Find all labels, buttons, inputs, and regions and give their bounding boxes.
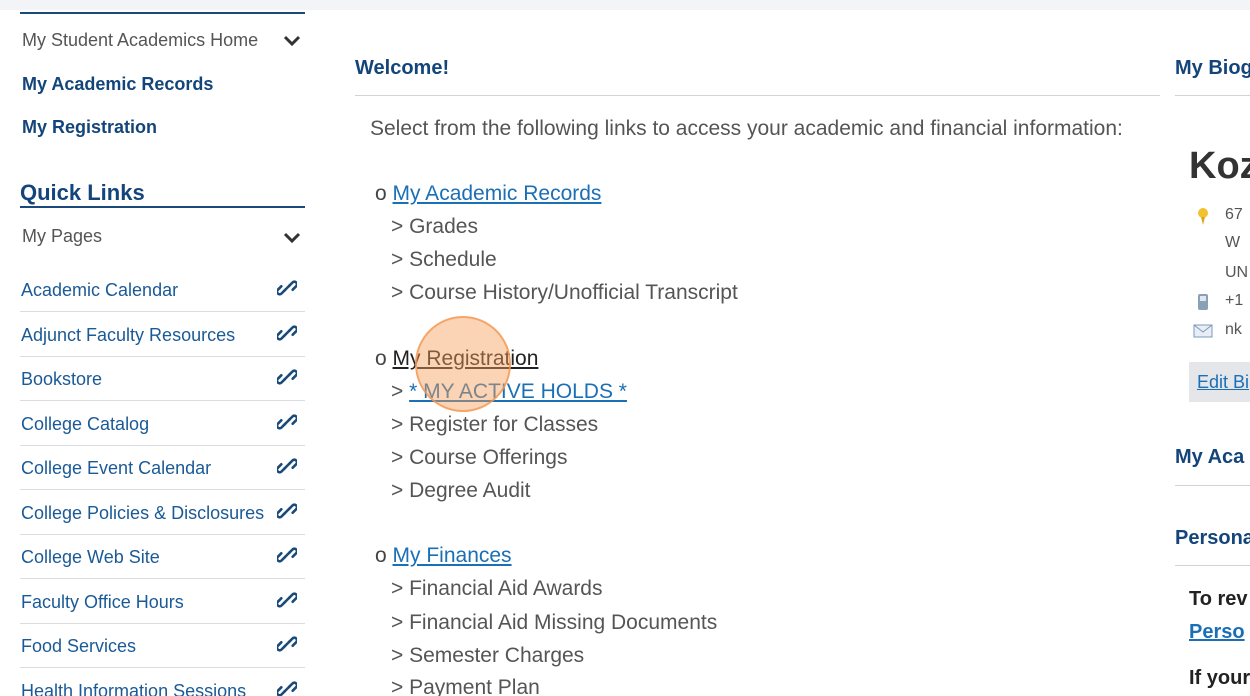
bullet: o: [375, 347, 393, 370]
personal-info-link[interactable]: Perso: [1189, 621, 1245, 644]
list-item: > Financial Aid Missing Documents: [391, 611, 718, 634]
external-link-icon: [275, 412, 299, 432]
my-academics-title: My Aca: [1175, 446, 1245, 468]
quick-link-item[interactable]: Food Services: [20, 624, 305, 668]
email-icon: [1193, 324, 1213, 338]
quick-link-item[interactable]: College Catalog: [20, 402, 305, 446]
external-link-icon: [275, 456, 299, 476]
bullet: o: [375, 544, 393, 567]
list-item-active-holds: > * MY ACTIVE HOLDS *: [391, 380, 627, 404]
list-item: > Financial Aid Awards: [391, 577, 603, 600]
sidebar-item-label: My Registration: [22, 117, 158, 137]
list-item: > Register for Classes: [391, 413, 599, 436]
quick-link-label: College Web Site: [21, 547, 160, 567]
biography-title: My Biog: [1175, 57, 1250, 79]
quick-link-label: Academic Calendar: [21, 280, 179, 300]
external-link-icon: [275, 367, 299, 387]
email-address[interactable]: nk: [1225, 321, 1242, 339]
list-item: > Degree Audit: [391, 479, 531, 502]
registration-link[interactable]: My Registration: [393, 347, 539, 370]
welcome-title: Welcome!: [355, 57, 450, 79]
edit-biography-label: Edit Bi: [1197, 372, 1250, 392]
quick-link-item[interactable]: Bookstore: [20, 357, 305, 401]
external-link-icon: [275, 545, 299, 565]
sidebar-item-registration[interactable]: My Registration: [20, 117, 305, 141]
external-link-icon: [275, 590, 299, 610]
sidebar-item-my-pages[interactable]: My Pages: [20, 226, 305, 250]
quick-link-label: Food Services: [21, 636, 137, 656]
quick-link-item[interactable]: College Event Calendar: [20, 446, 305, 490]
sidebar-top-divider: [20, 12, 305, 14]
academic-records-link[interactable]: My Academic Records: [393, 182, 602, 205]
sidebar-item-label: My Academic Records: [22, 74, 214, 94]
sidebar-item-student-academics-home[interactable]: My Student Academics Home: [20, 30, 305, 54]
quick-link-label: College Policies & Disclosures: [21, 502, 265, 523]
external-link-icon: [275, 634, 299, 654]
biography-divider: [1175, 95, 1250, 96]
quick-link-label: College Event Calendar: [21, 458, 212, 478]
quick-link-item[interactable]: Health Information Sessions: [20, 669, 305, 696]
external-link-icon: [275, 278, 299, 298]
external-link-icon: [275, 501, 299, 521]
address-line: 67: [1225, 206, 1243, 223]
list-item: > Grades: [391, 215, 478, 238]
list-item: > Schedule: [391, 248, 497, 271]
external-link-icon: [275, 323, 299, 343]
phone-number: +1: [1225, 292, 1244, 309]
mobile-phone-icon: [1198, 294, 1208, 310]
address-line: W: [1225, 234, 1241, 251]
list-item: > Course Offerings: [391, 446, 568, 469]
section-academic-records: o My Academic Records: [375, 182, 601, 206]
external-link-icon: [275, 679, 299, 696]
quick-link-item[interactable]: College Web Site: [20, 535, 305, 579]
sidebar-item-label: My Pages: [22, 226, 103, 246]
chevron-down-icon[interactable]: [283, 34, 301, 48]
chevron-down-icon[interactable]: [283, 231, 301, 245]
hold-prefix: >: [391, 380, 410, 403]
address-line: UN: [1225, 264, 1249, 281]
welcome-divider: [355, 95, 1160, 96]
quick-links-divider: [20, 206, 305, 208]
quick-links-title: Quick Links: [20, 180, 145, 205]
quick-link-label: Adjunct Faculty Resources: [21, 324, 236, 345]
quick-link-label: Faculty Office Hours: [21, 591, 184, 612]
academics-divider: [1175, 485, 1250, 486]
section-finances: o My Finances: [375, 544, 512, 568]
edit-biography-button[interactable]: Edit Bi: [1189, 362, 1250, 402]
finances-link[interactable]: My Finances: [393, 544, 512, 567]
location-pin-icon: [1198, 208, 1208, 225]
sidebar-item-academic-records[interactable]: My Academic Records: [20, 74, 305, 98]
page: My Student Academics Home My Academic Re…: [0, 10, 1250, 696]
profile-name: Koz: [1189, 145, 1250, 187]
review-text: To rev: [1189, 588, 1248, 610]
quick-link-item[interactable]: Academic Calendar: [20, 268, 305, 312]
quick-link-label: Health Information Sessions: [21, 680, 247, 696]
quick-link-item[interactable]: Adjunct Faculty Resources: [20, 313, 305, 357]
list-item: > Payment Plan: [391, 676, 540, 696]
sidebar-item-label: My Student Academics Home: [22, 30, 259, 50]
section-registration: o My Registration: [375, 347, 538, 371]
biography-panel: My Biog Koz 67 W UN +1 nk Edit Bi My Aca…: [1175, 10, 1250, 696]
quick-link-item[interactable]: College Policies & Disclosures: [20, 491, 305, 535]
bullet: o: [375, 182, 393, 205]
quick-link-label: College Catalog: [21, 413, 150, 434]
list-item: > Course History/Unofficial Transcript: [391, 281, 738, 304]
personal-divider: [1175, 565, 1250, 566]
active-holds-link[interactable]: * MY ACTIVE HOLDS *: [409, 380, 627, 403]
intro-text: Select from the following links to acces…: [370, 117, 1123, 140]
personal-title: Persona: [1175, 527, 1250, 549]
info-text: If your: [1189, 667, 1250, 689]
quick-link-item[interactable]: Faculty Office Hours: [20, 580, 305, 624]
quick-link-label: Bookstore: [21, 369, 103, 389]
list-item: > Semester Charges: [391, 644, 585, 667]
